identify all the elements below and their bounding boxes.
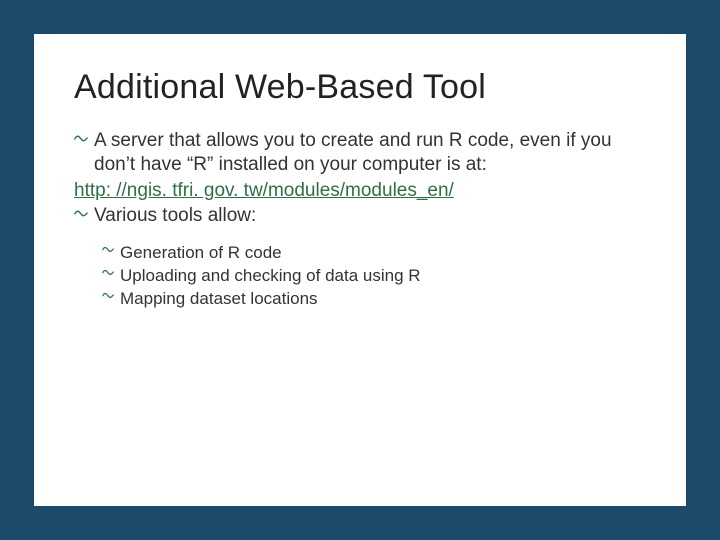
bullet-item: A server that allows you to create and r… <box>74 129 646 177</box>
sub-bullet-list: Generation of R code Uploading and check… <box>74 242 646 311</box>
wave-bullet-icon <box>102 265 120 278</box>
wave-bullet-icon <box>74 129 94 145</box>
bullet-text: Various tools allow: <box>94 204 646 228</box>
tool-link[interactable]: http: //ngis. tfri. gov. tw/modules/modu… <box>74 179 646 203</box>
sub-bullet-item: Mapping dataset locations <box>102 288 646 311</box>
wave-bullet-icon <box>102 242 120 255</box>
slide-title: Additional Web-Based Tool <box>74 68 646 107</box>
bullet-text: A server that allows you to create and r… <box>94 129 646 177</box>
slide-frame: Additional Web-Based Tool A server that … <box>0 0 720 540</box>
slide-body: A server that allows you to create and r… <box>74 129 646 311</box>
sub-bullet-item: Uploading and checking of data using R <box>102 265 646 288</box>
sub-bullet-item: Generation of R code <box>102 242 646 265</box>
sub-bullet-text: Generation of R code <box>120 242 646 265</box>
slide-content: Additional Web-Based Tool A server that … <box>34 34 686 506</box>
wave-bullet-icon <box>74 204 94 220</box>
bullet-item: Various tools allow: <box>74 204 646 228</box>
sub-bullet-text: Mapping dataset locations <box>120 288 646 311</box>
wave-bullet-icon <box>102 288 120 301</box>
sub-bullet-text: Uploading and checking of data using R <box>120 265 646 288</box>
